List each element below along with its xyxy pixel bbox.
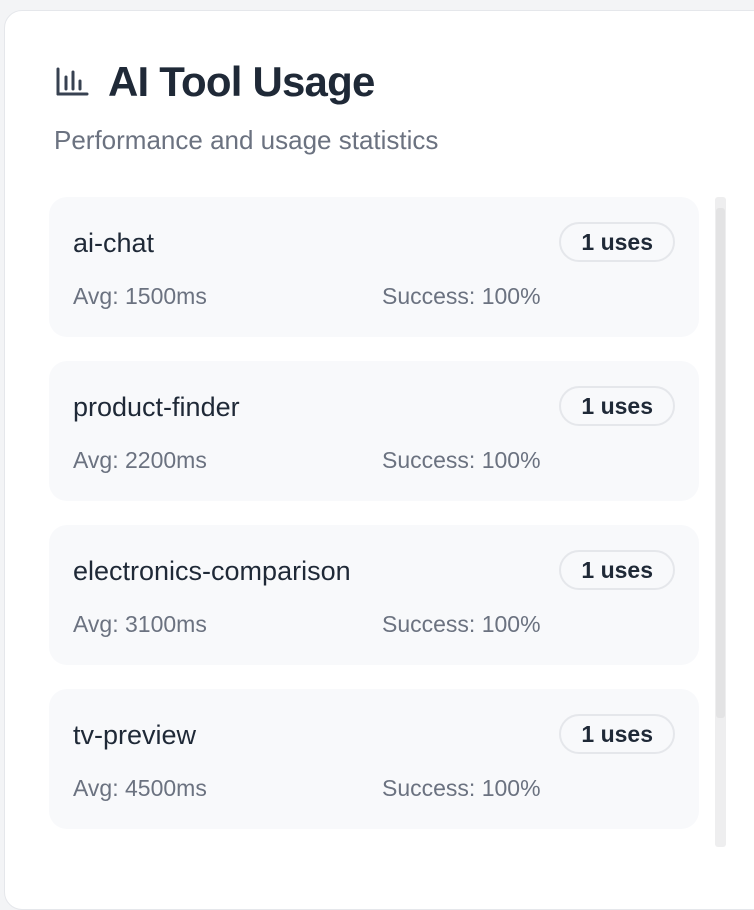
tool-name: ai-chat [73,228,155,258]
avg-time: Avg: 1500ms [73,283,207,309]
uses-badge: 1 uses [559,386,675,426]
uses-badge: 1 uses [559,550,675,590]
tool-usage-item[interactable]: electronics-comparison 1 uses Avg: 3100m… [49,525,699,665]
tool-usage-item[interactable]: product-finder 1 uses Avg: 2200ms Succes… [49,361,699,501]
card-header: AI Tool Usage [54,61,375,103]
scrollbar-thumb[interactable] [716,208,725,718]
avg-time: Avg: 3100ms [73,611,207,637]
success-rate: Success: 100% [382,447,541,473]
avg-time: Avg: 4500ms [73,775,207,801]
tool-name: electronics-comparison [73,556,351,586]
card-title: AI Tool Usage [108,58,375,105]
list-scrollbar[interactable] [715,197,726,847]
avg-time: Avg: 2200ms [73,447,207,473]
uses-badge: 1 uses [559,714,675,754]
tool-usage-item[interactable]: tv-preview 1 uses Avg: 4500ms Success: 1… [49,689,699,829]
bar-chart-icon [56,67,89,96]
tool-usage-list: ai-chat 1 uses Avg: 1500ms Success: 100%… [49,197,699,853]
tool-name: product-finder [73,392,240,422]
tool-name: tv-preview [73,720,197,750]
card-subtitle: Performance and usage statistics [54,125,439,155]
success-rate: Success: 100% [382,611,541,637]
tool-usage-item[interactable]: ai-chat 1 uses Avg: 1500ms Success: 100% [49,197,699,337]
uses-badge: 1 uses [559,222,675,262]
success-rate: Success: 100% [382,283,541,309]
success-rate: Success: 100% [382,775,541,801]
